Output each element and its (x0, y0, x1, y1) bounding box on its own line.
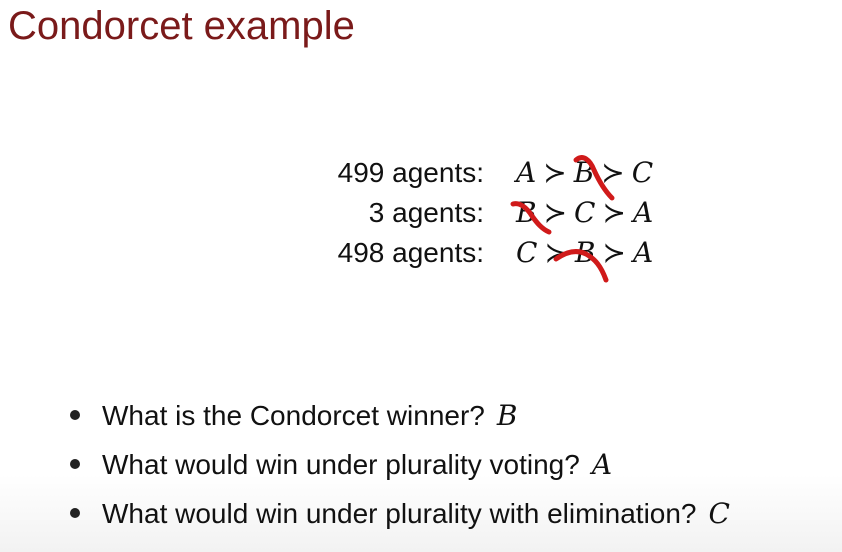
preference-profile: 499 agents: A ≻ B ≻ C 3 agents: B ≻ C ≻ A 498 ag… (320, 153, 720, 273)
prefers-symbol: ≻ (544, 236, 568, 269)
candidate: C (574, 196, 596, 229)
answer-text: A (591, 448, 613, 481)
prefers-symbol: ≻ (602, 196, 626, 229)
bullet-icon (70, 507, 80, 518)
preference-ranking: C ≻ B ≻ A (516, 233, 653, 273)
prefers-symbol: ≻ (602, 236, 626, 269)
candidate: A (632, 236, 654, 269)
preference-row: 498 agents: C ≻ B ≻ A (320, 233, 720, 273)
slide-title: Condorcet example (8, 4, 355, 48)
question-item: What is the Condorcet winner? B (70, 391, 730, 440)
candidate: A (632, 196, 654, 229)
prefers-symbol: ≻ (543, 196, 568, 229)
agent-count-label: 498 agents: (337, 237, 484, 268)
question-item: What would win under plurality voting? A (70, 440, 730, 489)
candidate: B (573, 156, 595, 189)
question-item: What would win under plurality with elim… (70, 489, 730, 538)
candidate: B (516, 196, 537, 229)
prefers-symbol: ≻ (601, 156, 625, 189)
candidate: C (631, 156, 654, 189)
question-text: What is the Condorcet winner? (102, 400, 485, 431)
candidate: C (516, 236, 538, 269)
preference-ranking: A ≻ B ≻ C (516, 153, 653, 193)
prefers-symbol: ≻ (543, 156, 567, 189)
question-text: What would win under plurality voting? (102, 449, 580, 480)
question-text: What would win under plurality with elim… (102, 498, 697, 529)
preference-row: 499 agents: A ≻ B ≻ C (320, 153, 720, 193)
answer-text: C (708, 497, 730, 530)
candidate: B (574, 236, 596, 269)
question-list: What is the Condorcet winner? B What woul… (70, 391, 730, 538)
answer-text: B (496, 399, 518, 432)
candidate: A (516, 156, 537, 189)
agent-count-label: 3 agents: (368, 197, 484, 228)
bullet-icon (70, 409, 80, 420)
agent-count-label: 499 agents: (337, 157, 484, 188)
bullet-icon (70, 458, 80, 469)
preference-ranking: B ≻ C ≻ A (516, 193, 653, 233)
preference-row: 3 agents: B ≻ C ≻ A (320, 193, 720, 233)
